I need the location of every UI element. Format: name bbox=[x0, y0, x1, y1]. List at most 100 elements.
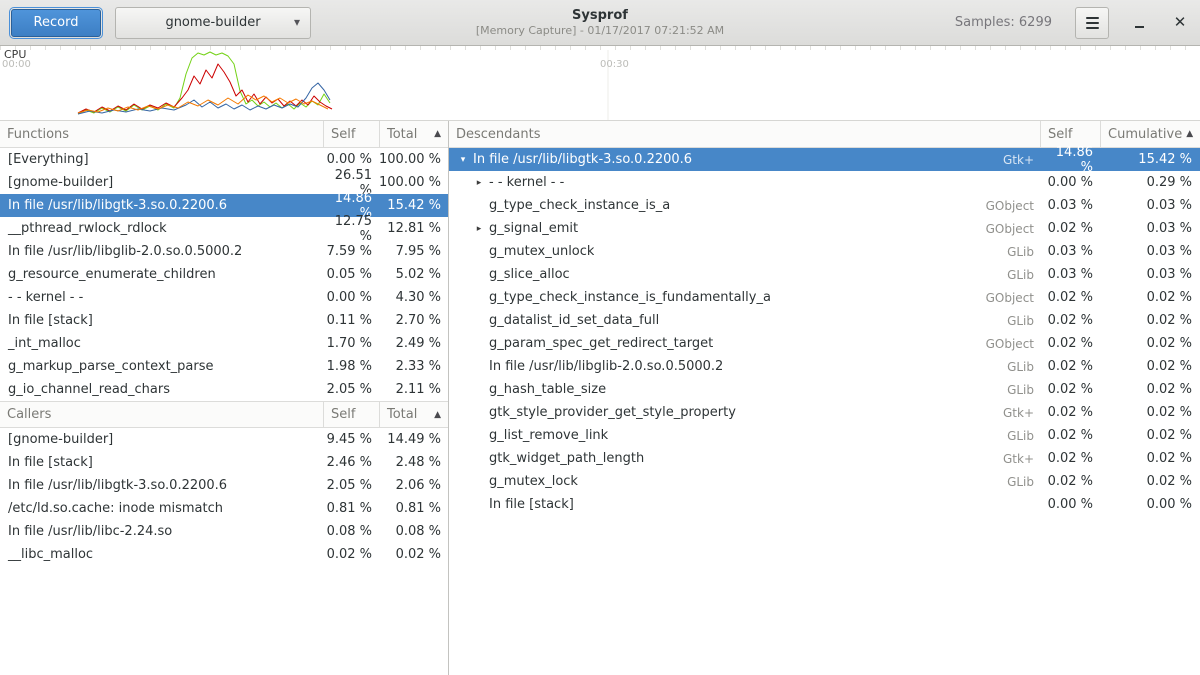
menu-button[interactable] bbox=[1075, 7, 1109, 39]
library-tag: GLib bbox=[1007, 429, 1040, 443]
descendants-row[interactable]: ▸- - kernel - -0.00 %0.29 % bbox=[449, 171, 1200, 194]
self-cell: 0.81 % bbox=[323, 501, 379, 516]
functions-row[interactable]: __pthread_rwlock_rdlock12.75 %12.81 % bbox=[0, 217, 448, 240]
process-selector-dropdown[interactable]: gnome-builder ▾ bbox=[115, 7, 311, 39]
cumulative-cell: 0.03 % bbox=[1100, 221, 1200, 236]
function-name-cell: In file /usr/lib/libgtk-3.so.0.2200.6 bbox=[0, 478, 323, 493]
column-header-self[interactable]: Self bbox=[1040, 121, 1100, 147]
callers-row[interactable]: /etc/ld.so.cache: inode mismatch0.81 %0.… bbox=[0, 497, 448, 520]
total-cell: 15.42 % bbox=[379, 198, 448, 213]
indent-spacer bbox=[449, 217, 471, 240]
callers-row[interactable]: In file /usr/lib/libc-2.24.so0.08 %0.08 … bbox=[0, 520, 448, 543]
descendants-row[interactable]: gtk_widget_path_lengthGtk+0.02 %0.02 % bbox=[449, 447, 1200, 470]
descendants-row[interactable]: In file /usr/lib/libglib-2.0.so.0.5000.2… bbox=[449, 355, 1200, 378]
callers-row[interactable]: In file /usr/lib/libgtk-3.so.0.2200.6 2.0… bbox=[0, 474, 448, 497]
descendants-row[interactable]: gtk_style_provider_get_style_propertyGtk… bbox=[449, 401, 1200, 424]
sort-arrow-icon: ▲ bbox=[1182, 129, 1193, 139]
descendants-row[interactable]: g_list_remove_linkGLib0.02 %0.02 % bbox=[449, 424, 1200, 447]
indent-spacer bbox=[449, 286, 471, 309]
total-cell: 0.02 % bbox=[379, 547, 448, 562]
functions-row[interactable]: g_resource_enumerate_children0.05 %5.02 … bbox=[0, 263, 448, 286]
function-name-cell: g_list_remove_link bbox=[487, 428, 608, 443]
indent-spacer bbox=[449, 309, 471, 332]
indent-spacer bbox=[449, 240, 471, 263]
callers-row[interactable]: __libc_malloc0.02 %0.02 % bbox=[0, 543, 448, 566]
function-name-cell: g_param_spec_get_redirect_target bbox=[487, 336, 713, 351]
samples-count: Samples: 6299 bbox=[955, 15, 1052, 30]
functions-row[interactable]: In file [stack]0.11 %2.70 % bbox=[0, 309, 448, 332]
headerbar-right: Samples: 6299 ✕ bbox=[955, 7, 1191, 39]
self-cell: 0.02 % bbox=[1040, 313, 1100, 328]
function-name-cell: g_type_check_instance_is_fundamentally_a bbox=[487, 290, 771, 305]
descendants-row[interactable]: g_datalist_id_set_data_fullGLib0.02 %0.0… bbox=[449, 309, 1200, 332]
descendants-row[interactable]: In file [stack]0.00 %0.00 % bbox=[449, 493, 1200, 516]
library-tag: GLib bbox=[1007, 268, 1040, 282]
functions-row[interactable]: [gnome-builder]26.51 %100.00 % bbox=[0, 171, 448, 194]
descendants-row[interactable]: g_slice_allocGLib0.03 %0.03 % bbox=[449, 263, 1200, 286]
descendants-row[interactable]: ▾In file /usr/lib/libgtk-3.so.0.2200.6 Gt… bbox=[449, 148, 1200, 171]
column-header-functions[interactable]: Functions bbox=[0, 121, 323, 147]
self-cell: 0.03 % bbox=[1040, 198, 1100, 213]
descendants-row[interactable]: g_mutex_lockGLib0.02 %0.02 % bbox=[449, 470, 1200, 493]
column-header-total[interactable]: Total ▲ bbox=[379, 121, 448, 147]
callers-row[interactable]: In file [stack]2.46 %2.48 % bbox=[0, 451, 448, 474]
library-tag: Gtk+ bbox=[1003, 452, 1040, 466]
library-tag: GLib bbox=[1007, 245, 1040, 259]
indent-spacer bbox=[449, 378, 471, 401]
cumulative-cell: 0.02 % bbox=[1100, 451, 1200, 466]
functions-row[interactable]: In file /usr/lib/libgtk-3.so.0.2200.614.… bbox=[0, 194, 448, 217]
functions-header: Functions Self Total ▲ bbox=[0, 121, 448, 148]
column-header-descendants[interactable]: Descendants bbox=[449, 121, 1040, 147]
record-button-focus-ring: Record bbox=[9, 7, 103, 39]
descendants-row[interactable]: g_type_check_instance_is_fundamentally_a… bbox=[449, 286, 1200, 309]
expander-icon[interactable]: ▾ bbox=[455, 155, 471, 165]
descendants-row[interactable]: g_param_spec_get_redirect_targetGObject0… bbox=[449, 332, 1200, 355]
column-header-callers[interactable]: Callers bbox=[0, 402, 323, 427]
descendants-row[interactable]: g_mutex_unlockGLib0.03 %0.03 % bbox=[449, 240, 1200, 263]
total-cell: 2.70 % bbox=[379, 313, 448, 328]
column-header-total-label: Total bbox=[387, 407, 417, 422]
self-cell: 0.11 % bbox=[323, 313, 379, 328]
record-button[interactable]: Record bbox=[11, 9, 101, 37]
function-name-cell: __libc_malloc bbox=[0, 547, 323, 562]
functions-row[interactable]: _int_malloc1.70 %2.49 % bbox=[0, 332, 448, 355]
cumulative-cell: 0.03 % bbox=[1100, 267, 1200, 282]
functions-row[interactable]: g_io_channel_read_chars2.05 %2.11 % bbox=[0, 378, 448, 401]
self-cell: 0.02 % bbox=[1040, 405, 1100, 420]
function-name-cell: In file /usr/lib/libgtk-3.so.0.2200.6 bbox=[0, 198, 323, 213]
minimize-button[interactable] bbox=[1128, 12, 1150, 34]
function-name-cell: _int_malloc bbox=[0, 336, 323, 351]
function-name-cell: [gnome-builder] bbox=[0, 432, 323, 447]
descendants-row[interactable]: ▸g_signal_emitGObject0.02 %0.03 % bbox=[449, 217, 1200, 240]
total-cell: 12.81 % bbox=[379, 221, 448, 236]
column-header-cumulative[interactable]: Cumulative ▲ bbox=[1100, 121, 1200, 147]
callers-row[interactable]: [gnome-builder]9.45 %14.49 % bbox=[0, 428, 448, 451]
cumulative-cell: 0.02 % bbox=[1100, 405, 1200, 420]
column-header-self[interactable]: Self bbox=[323, 402, 379, 427]
function-name-cell: In file [stack] bbox=[487, 497, 574, 512]
column-header-self[interactable]: Self bbox=[323, 121, 379, 147]
self-cell: 0.02 % bbox=[1040, 451, 1100, 466]
self-cell: 0.00 % bbox=[323, 152, 379, 167]
expander-icon[interactable]: ▸ bbox=[471, 224, 487, 234]
function-name-cell: In file /usr/lib/libgtk-3.so.0.2200.6 bbox=[471, 152, 692, 167]
column-header-total[interactable]: Total ▲ bbox=[379, 402, 448, 427]
functions-row[interactable]: In file /usr/lib/libglib-2.0.so.0.5000.2… bbox=[0, 240, 448, 263]
function-name-cell: g_type_check_instance_is_a bbox=[487, 198, 670, 213]
column-header-total-label: Total bbox=[387, 127, 417, 142]
functions-row[interactable]: [Everything]0.00 %100.00 % bbox=[0, 148, 448, 171]
self-cell: 12.75 % bbox=[323, 214, 379, 244]
library-tag: Gtk+ bbox=[1003, 153, 1040, 167]
time-label-start: 00:00 bbox=[2, 59, 31, 70]
function-name-cell: In file /usr/lib/libglib-2.0.so.0.5000.2 bbox=[0, 244, 323, 259]
close-button[interactable]: ✕ bbox=[1169, 12, 1191, 34]
descendants-row[interactable]: g_hash_table_sizeGLib0.02 %0.02 % bbox=[449, 378, 1200, 401]
indent-spacer bbox=[449, 332, 471, 355]
expander-icon[interactable]: ▸ bbox=[471, 178, 487, 188]
descendants-row[interactable]: g_type_check_instance_is_aGObject0.03 %0… bbox=[449, 194, 1200, 217]
functions-row[interactable]: g_markup_parse_context_parse1.98 %2.33 % bbox=[0, 355, 448, 378]
function-name-cell: g_io_channel_read_chars bbox=[0, 382, 323, 397]
cpu-timeline[interactable]: CPU 00:00 00:30 bbox=[0, 46, 1200, 120]
functions-row[interactable]: - - kernel - -0.00 %4.30 % bbox=[0, 286, 448, 309]
total-cell: 2.06 % bbox=[379, 478, 448, 493]
